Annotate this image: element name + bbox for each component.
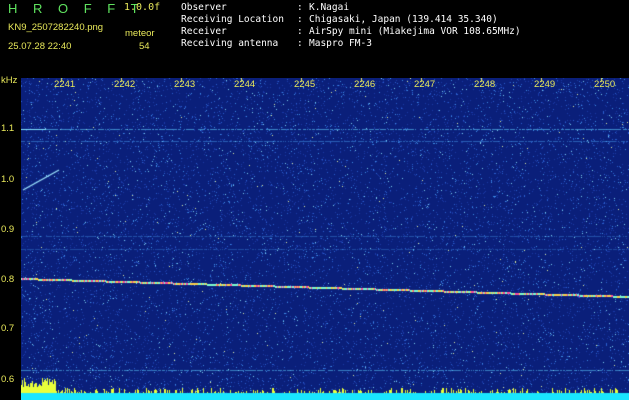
meteor-count: 54 [139, 41, 150, 52]
meteor-label: meteor [125, 28, 155, 39]
x-tick-label: 2248 [474, 79, 496, 90]
info-row-observer: Observer: K.Nagai [181, 2, 350, 13]
image-filename: KN9_2507282240.png [8, 22, 104, 33]
info-row-antenna: Receiving antenna: Maspro FM-3 [181, 38, 372, 49]
observation-datetime: 25.07.28 22:40 [8, 41, 72, 52]
x-tick-label: 2246 [354, 79, 376, 90]
y-tick-label: 0.8 [1, 274, 15, 285]
x-tick-label: 2241 [54, 79, 76, 90]
header-panel: H R O F F T 1.0.0f KN9_2507282240.png me… [0, 0, 629, 78]
y-tick-label: 0.9 [1, 224, 15, 235]
info-row-receiver: Receiver: AirSpy mini (Miakejima VOR 108.… [181, 26, 521, 37]
x-tick-label: 2245 [294, 79, 316, 90]
x-tick-label: 2250 [594, 79, 616, 90]
x-tick-label: 2242 [114, 79, 136, 90]
y-tick-label: 1.0 [1, 174, 15, 185]
y-tick-label: 1.1 [1, 123, 15, 134]
x-tick-label: 2243 [174, 79, 196, 90]
spectrogram [21, 78, 629, 400]
station-info: Observer: K.Nagai Receiving Location: Chig… [181, 2, 521, 50]
y-tick-label: 0.6 [1, 374, 15, 385]
y-axis-unit: kHz [1, 75, 18, 86]
y-tick-label: 0.7 [1, 323, 15, 334]
info-row-location: Receiving Location: Chigasaki, Japan (139… [181, 14, 498, 25]
y-axis: kHz 1.1 1.0 0.9 0.8 0.7 0.6 [0, 75, 21, 400]
app-version: 1.0.0f [124, 2, 161, 13]
x-tick-label: 2249 [534, 79, 556, 90]
x-tick-label: 2244 [234, 79, 256, 90]
x-tick-label: 2247 [414, 79, 436, 90]
